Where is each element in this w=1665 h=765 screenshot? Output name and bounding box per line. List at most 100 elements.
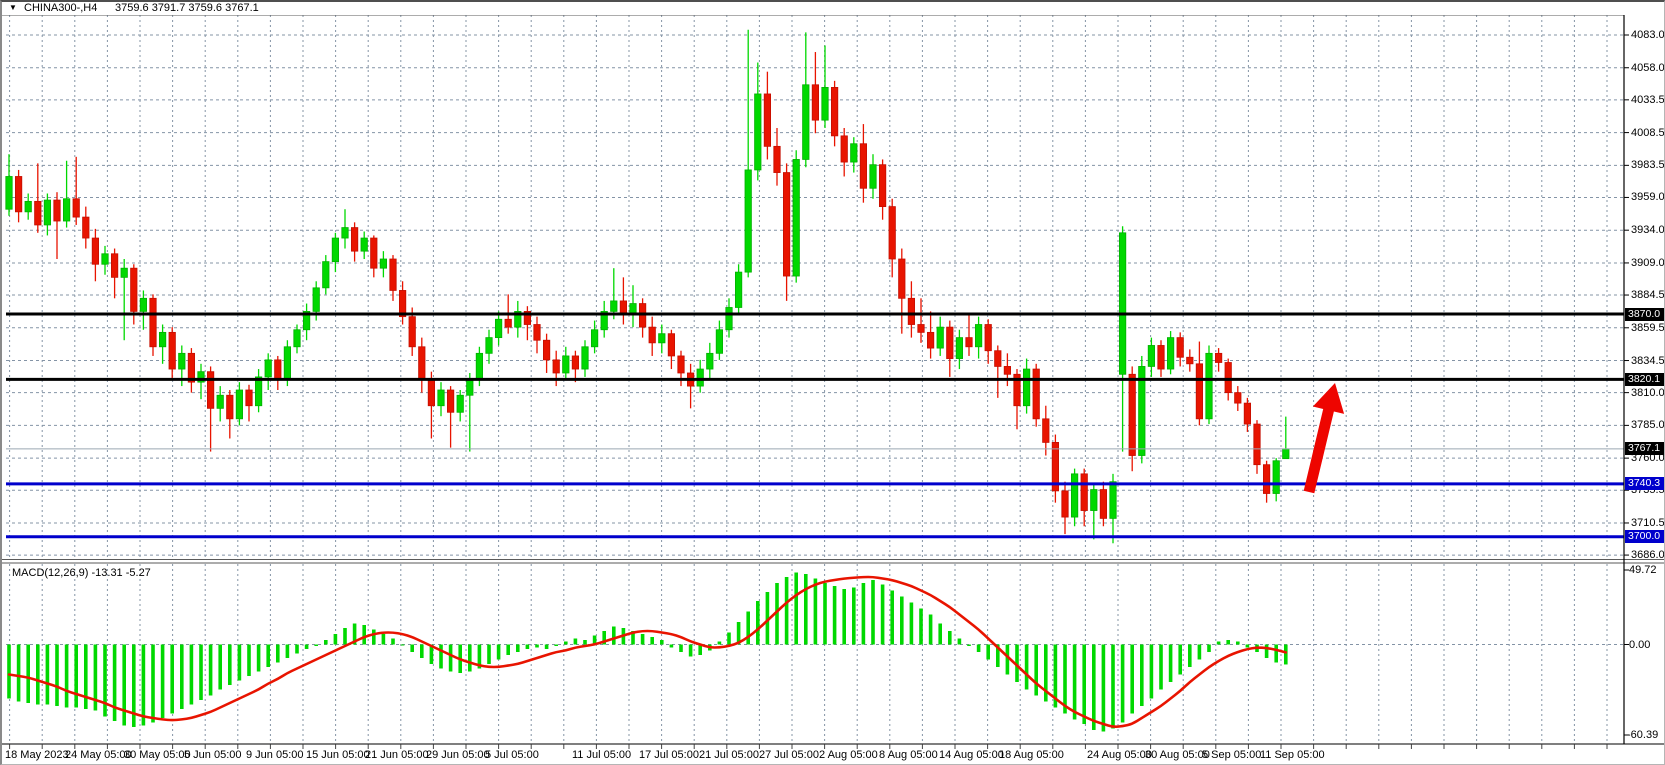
date-axis-label[interactable]: 11 Jul 05:00 <box>572 749 631 761</box>
date-axis-label[interactable]: 30 May 05:00 <box>124 749 191 761</box>
candle-bull <box>361 238 367 251</box>
candle-bear <box>985 325 991 351</box>
macd-histogram-bar <box>1226 640 1230 645</box>
date-axis-label[interactable]: 2 Aug 05:00 <box>819 749 878 761</box>
candle-bear <box>419 347 425 380</box>
candle-bull <box>159 332 165 346</box>
macd-histogram-bar <box>689 645 693 657</box>
macd-histogram-bar <box>958 639 962 645</box>
date-axis-label[interactable]: 29 Jun 05:00 <box>426 749 490 761</box>
up-arrow-annotation[interactable] <box>1304 383 1344 493</box>
macd-histogram-bar <box>804 574 808 645</box>
macd-histogram-bar <box>881 585 885 645</box>
candle-bear <box>908 298 914 324</box>
candle-bull <box>438 390 444 406</box>
macd-histogram-bar <box>372 630 376 645</box>
macd-histogram-bar <box>727 633 731 645</box>
macd-histogram-bar <box>295 645 299 654</box>
macd-axis-zero-label: 0.00 <box>1629 639 1650 651</box>
macd-histogram-bar <box>554 645 558 647</box>
macd-histogram-bar <box>862 583 866 645</box>
macd-histogram-bar <box>209 645 213 696</box>
date-axis-label[interactable]: 24 May 05:00 <box>65 749 132 761</box>
macd-histogram-bar <box>26 645 30 704</box>
macd-histogram-bar <box>190 645 194 705</box>
macd-histogram-bar <box>506 645 510 656</box>
candle-bear <box>889 207 895 259</box>
candle-bull <box>313 288 319 312</box>
candle-bull <box>217 395 223 408</box>
date-axis-label[interactable]: 5 Jul 05:00 <box>485 749 539 761</box>
macd-histogram-bar <box>526 645 530 650</box>
macd-histogram-bar <box>257 645 261 672</box>
candle-bull <box>1091 490 1097 511</box>
candle-bull <box>591 330 597 347</box>
candle-bear <box>668 334 674 356</box>
date-axis-label[interactable]: 24 Aug 05:00 <box>1087 749 1152 761</box>
macd-histogram-bar <box>238 645 242 681</box>
macd-histogram-bar <box>74 645 78 708</box>
date-axis-label[interactable]: 8 Aug 05:00 <box>879 749 938 761</box>
macd-histogram-bar <box>449 645 453 672</box>
date-axis-label[interactable]: 30 Aug 05:00 <box>1145 749 1210 761</box>
date-axis-label[interactable]: 14 Aug 05:00 <box>939 749 1004 761</box>
macd-histogram-bar <box>823 583 827 645</box>
candle-bull <box>323 262 329 288</box>
date-axis-label[interactable]: 15 Jun 05:00 <box>306 749 370 761</box>
macd-histogram-bar <box>1025 645 1029 690</box>
macd-histogram-bar <box>1102 645 1106 732</box>
candle-bull <box>486 338 492 354</box>
price-axis-label: 4033.5 <box>1631 94 1665 106</box>
price-axis-label: 3859.5 <box>1631 322 1665 334</box>
candle-bear <box>947 327 953 358</box>
macd-histogram-bar <box>1198 645 1202 660</box>
candle-bear <box>390 259 396 290</box>
date-axis-label[interactable]: 18 Aug 05:00 <box>999 749 1064 761</box>
chart-canvas[interactable] <box>2 2 1665 765</box>
candle-bear <box>1215 353 1221 362</box>
date-axis-label[interactable]: 5 Jun 05:00 <box>184 749 242 761</box>
price-axis-label: 3834.5 <box>1631 355 1665 367</box>
macd-histogram-bar <box>977 645 981 653</box>
date-axis-label[interactable]: 9 Jun 05:00 <box>246 749 304 761</box>
macd-histogram-bar <box>535 645 539 648</box>
chart-title-bar: ▼ CHINA300-,H4 3759.6 3791.7 3759.6 3767… <box>2 2 1664 15</box>
date-axis-label[interactable]: 21 Jul 05:00 <box>699 749 759 761</box>
macd-histogram-bar <box>266 645 270 668</box>
candle-bear <box>1244 403 1250 424</box>
macd-histogram-bar <box>1207 645 1211 653</box>
date-axis-label[interactable]: 21 Jun 05:00 <box>365 749 429 761</box>
macd-histogram-bar <box>199 645 203 701</box>
macd-histogram-bar <box>314 645 318 647</box>
date-axis-label[interactable]: 11 Sep 05:00 <box>1260 749 1325 761</box>
date-axis-label[interactable]: 27 Jul 05:00 <box>759 749 819 761</box>
macd-histogram-bar <box>170 645 174 714</box>
macd-histogram-bar <box>986 645 990 660</box>
candle-bull <box>697 369 703 386</box>
candle-bull <box>380 259 386 268</box>
price-axis-label: 3785.0 <box>1631 419 1665 431</box>
macd-histogram-bar <box>65 645 69 708</box>
date-axis-label[interactable]: 5 Sep 05:00 <box>1202 749 1261 761</box>
macd-histogram-bar <box>305 645 309 650</box>
macd-histogram-bar <box>938 624 942 645</box>
candle-bull <box>716 330 722 354</box>
macd-histogram-bar <box>46 645 50 705</box>
candle-bull <box>102 254 108 264</box>
date-axis-label[interactable]: 18 May 2023 <box>5 749 69 761</box>
candle-bear <box>169 332 175 369</box>
symbol-period-label: CHINA300-,H4 <box>24 2 97 14</box>
macd-histogram-bar <box>919 609 923 645</box>
macd-histogram-bar <box>334 634 338 645</box>
symbol-dropdown-icon[interactable]: ▼ <box>9 3 17 12</box>
price-level-tag: 3740.3 <box>1625 477 1665 490</box>
macd-histogram-bar <box>228 645 232 686</box>
candle-bear <box>927 332 933 348</box>
candle-bull <box>1110 482 1116 519</box>
candle-bull <box>735 272 741 307</box>
macd-histogram-bar <box>122 645 126 726</box>
macd-histogram-bar <box>286 645 290 659</box>
date-axis-label[interactable]: 17 Jul 05:00 <box>639 749 699 761</box>
candle-bull <box>179 353 185 369</box>
macd-histogram-bar <box>1034 645 1038 696</box>
